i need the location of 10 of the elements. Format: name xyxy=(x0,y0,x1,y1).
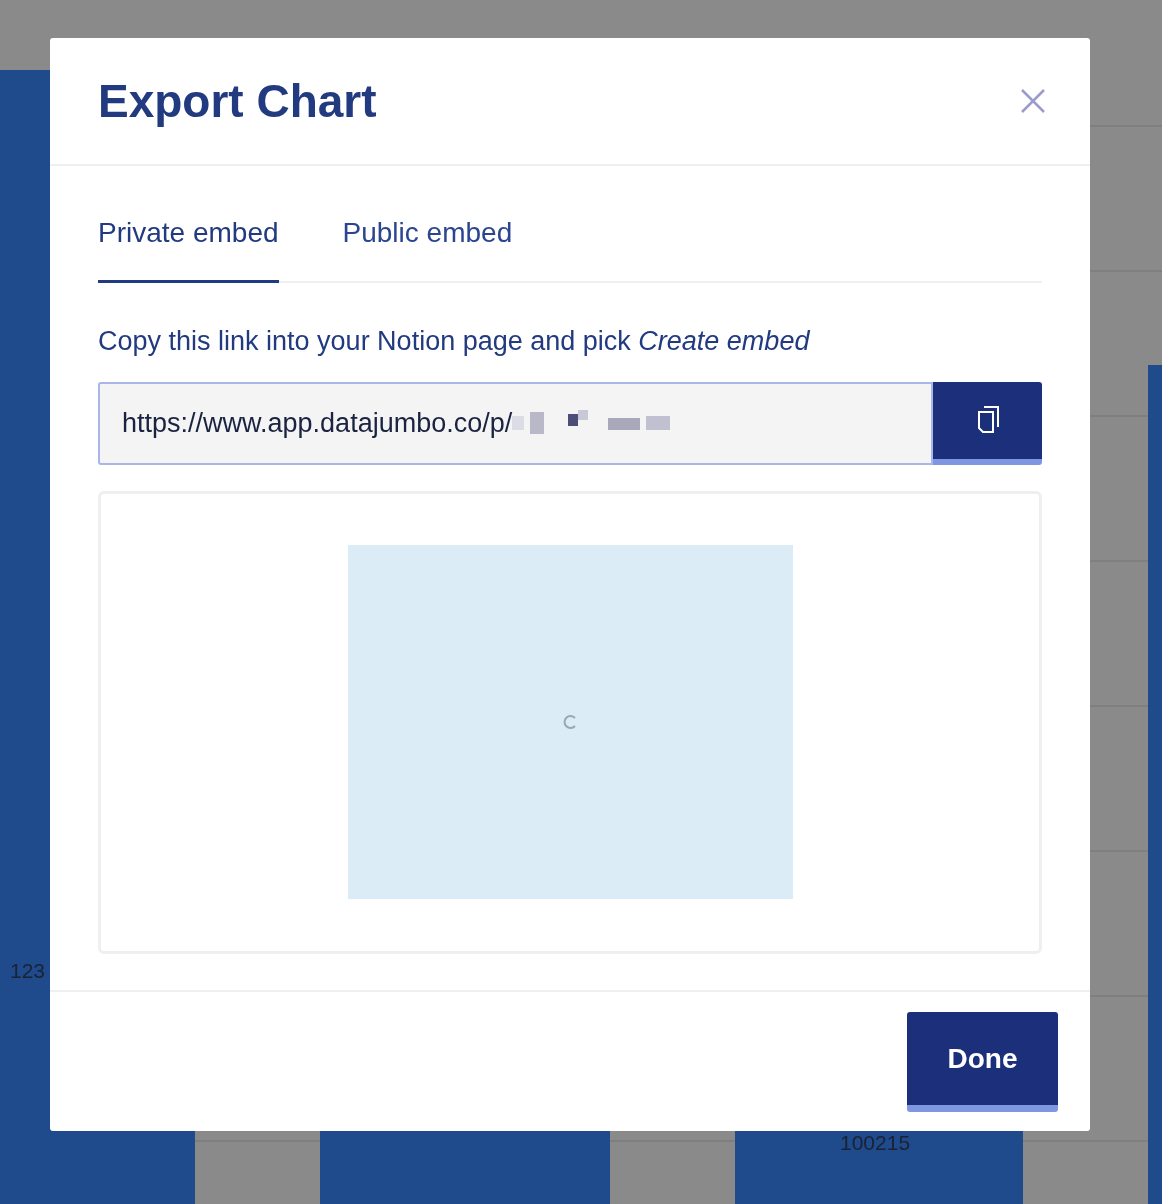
dialog-title: Export Chart xyxy=(98,73,377,129)
embed-tab[interactable]: Private embed xyxy=(98,212,279,283)
embed-tab[interactable]: Public embed xyxy=(342,212,513,283)
bar-value-label: 100215 xyxy=(840,1130,911,1156)
copy-icon xyxy=(975,406,1000,434)
instruction-text: Copy this link into your Notion page and pick Create embed xyxy=(98,325,811,358)
copy-button[interactable] xyxy=(933,381,1042,465)
bar-value-label: 123 xyxy=(10,958,46,984)
done-button[interactable]: Done xyxy=(907,1012,1058,1112)
link-field[interactable]: https://www.app.datajumbo.co/p/ xyxy=(98,381,933,465)
